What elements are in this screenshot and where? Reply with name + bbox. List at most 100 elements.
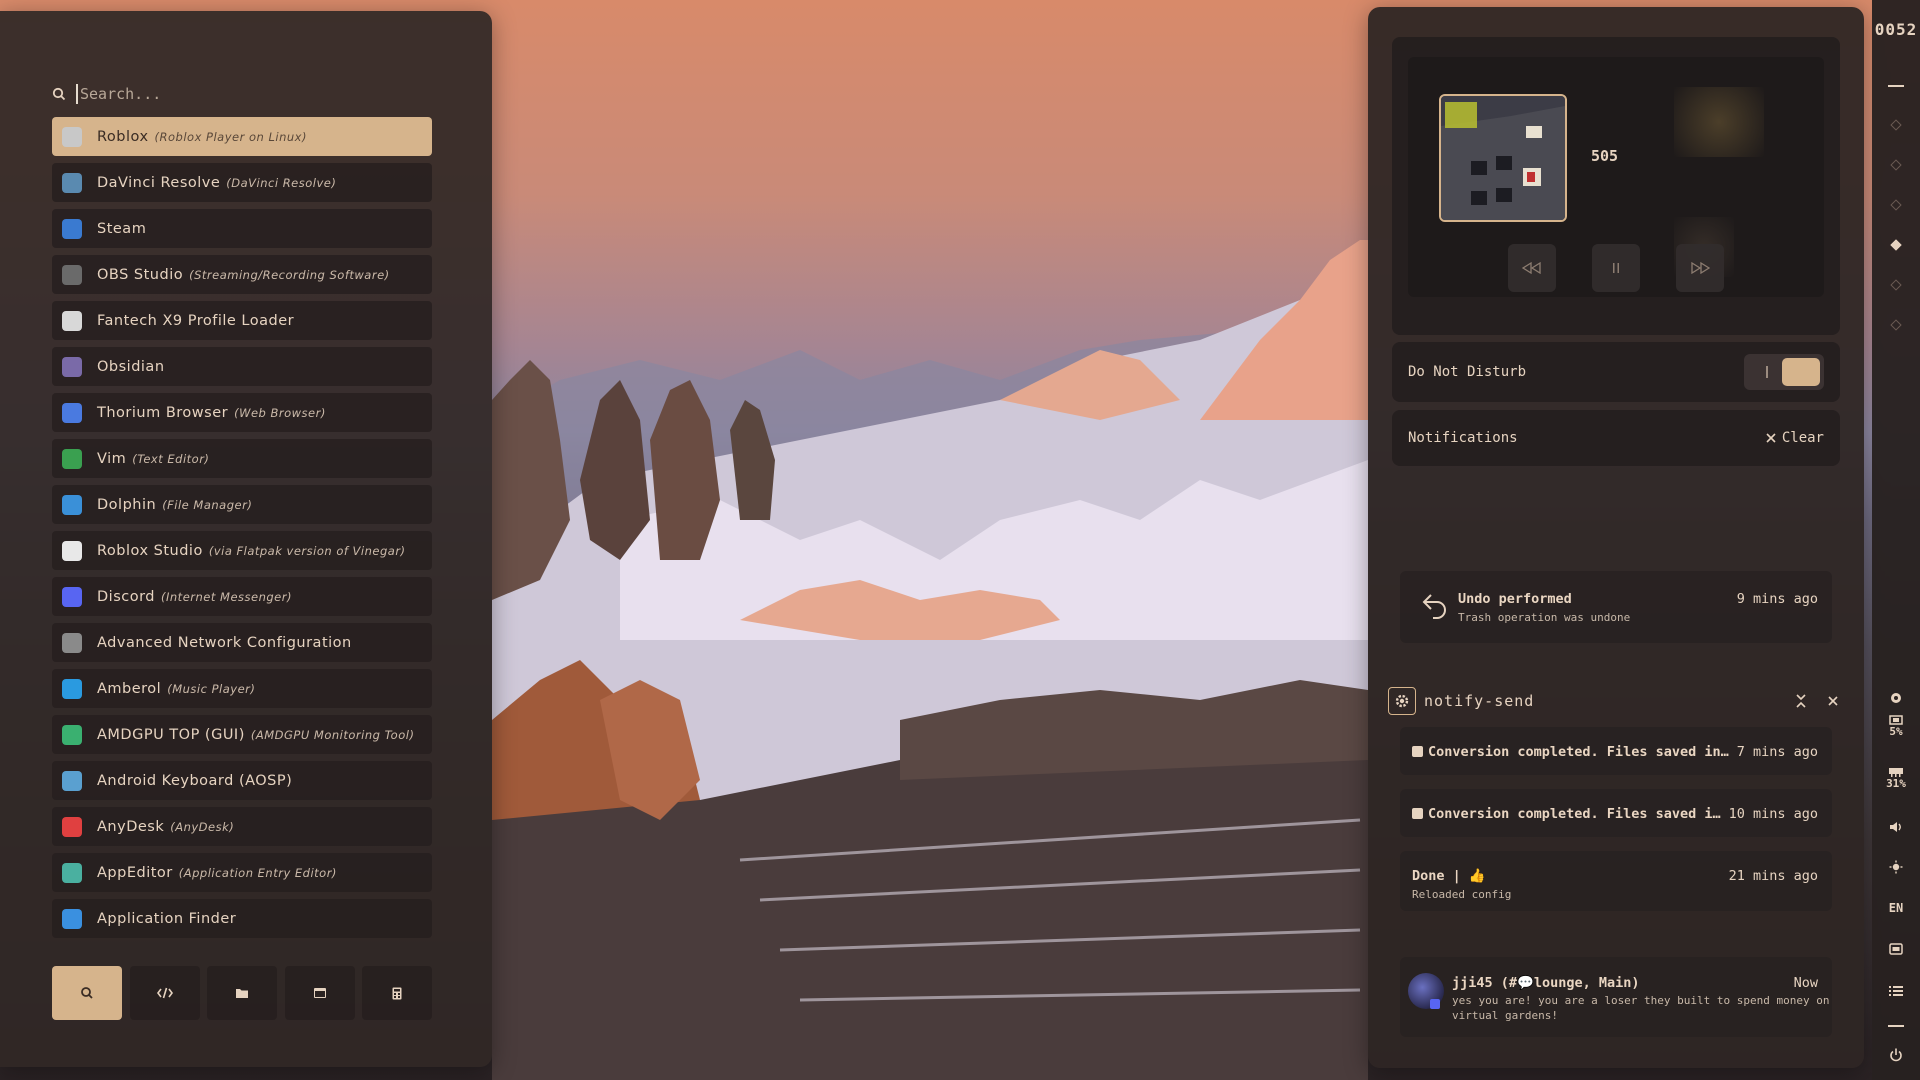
app-item[interactable]: Advanced Network Configuration <box>52 623 432 662</box>
window-tab[interactable] <box>284 966 355 1020</box>
pause-button[interactable] <box>1592 244 1640 292</box>
app-item[interactable]: Steam <box>52 209 432 248</box>
notification-time: Now <box>1793 975 1818 991</box>
media-player-inner: 505 <box>1408 57 1824 297</box>
album-art <box>1439 94 1567 222</box>
notification-indicator-icon[interactable] <box>1880 690 1912 706</box>
volume-icon[interactable] <box>1880 818 1912 836</box>
files-tab[interactable] <box>207 966 277 1020</box>
close-icon <box>1828 696 1838 706</box>
keyboard-icon <box>62 770 82 791</box>
track-title: 505 <box>1591 147 1619 165</box>
brightness-icon[interactable] <box>1880 858 1912 876</box>
notification-body: Reloaded config <box>1412 888 1512 901</box>
app-item[interactable]: DaVinci Resolve (DaVinci Resolve) <box>52 163 432 202</box>
vim-icon <box>62 448 82 469</box>
notification-body-line-1: yes you are! you are a loser they built … <box>1452 994 1830 1007</box>
notifications-header: Notifications Clear <box>1392 410 1840 466</box>
app-description: (Roblox Player on Linux) <box>154 129 307 144</box>
app-list: Roblox (Roblox Player on Linux) DaVinci Re… <box>52 117 432 945</box>
ram-label: 31% <box>1886 777 1906 790</box>
app-name: Roblox Studio <box>97 542 203 559</box>
notification-item[interactable]: Conversion completed. Files saved in… 7 … <box>1400 727 1832 775</box>
notification-item[interactable]: Conversion completed. Files saved i… 10 … <box>1400 789 1832 837</box>
notification-title: Undo performed <box>1458 591 1572 607</box>
app-description: (File Manager) <box>162 497 253 512</box>
app-description: (Internet Messenger) <box>161 589 292 604</box>
dismiss-group-button[interactable] <box>1822 690 1844 712</box>
notification-body-line-2: virtual gardens! <box>1452 1009 1558 1022</box>
undo-icon <box>1422 594 1446 619</box>
app-item[interactable]: AppEditor (Application Entry Editor) <box>52 853 432 892</box>
ram-indicator[interactable]: 31% <box>1880 762 1912 794</box>
app-item[interactable]: Discord (Internet Messenger) <box>52 577 432 616</box>
screenshot-icon[interactable] <box>1880 940 1912 958</box>
do-not-disturb-label: Do Not Disturb <box>1408 364 1527 380</box>
app-name: Application Finder <box>97 910 237 927</box>
app-name: AppEditor <box>97 864 173 881</box>
workspace-6[interactable] <box>1880 318 1912 332</box>
search-icon <box>50 85 68 103</box>
app-description: (AMDGPU Monitoring Tool) <box>250 727 415 742</box>
app-name: Roblox <box>97 128 149 145</box>
previous-button[interactable] <box>1508 244 1556 292</box>
app-item[interactable]: OBS Studio (Streaming/Recording Software) <box>52 255 432 294</box>
amdgpu-icon <box>62 724 82 745</box>
app-item[interactable]: Thorium Browser (Web Browser) <box>52 393 432 432</box>
clear-label: Clear <box>1781 430 1824 446</box>
discord-badge-icon <box>1430 999 1440 1009</box>
calculator-tab[interactable] <box>362 966 432 1020</box>
notification-title: Conversion completed. Files saved in… <box>1428 744 1729 760</box>
app-item[interactable]: Roblox Studio (via Flatpak version of Vin… <box>52 531 432 570</box>
code-tab[interactable] <box>129 966 200 1020</box>
app-item[interactable]: Amberol (Music Player) <box>52 669 432 708</box>
notification-undo[interactable]: Undo performed Trash operation was undon… <box>1400 571 1832 643</box>
next-button[interactable] <box>1676 244 1724 292</box>
notification-title: Conversion completed. Files saved i… <box>1428 806 1721 822</box>
app-item[interactable]: AMDGPU TOP (GUI) (AMDGPU Monitoring Tool) <box>52 715 432 754</box>
roblox-icon <box>62 126 82 147</box>
list-icon[interactable] <box>1880 982 1912 1000</box>
workspace-2[interactable] <box>1880 158 1912 172</box>
search-tab[interactable] <box>52 966 122 1020</box>
toggle-knob <box>1782 358 1820 386</box>
app-description: (Application Entry Editor) <box>178 865 337 880</box>
workspace-4[interactable] <box>1880 238 1912 252</box>
do-not-disturb-row: Do Not Disturb <box>1392 342 1840 402</box>
power-icon[interactable] <box>1880 1046 1912 1064</box>
app-item[interactable]: Application Finder <box>52 899 432 938</box>
app-name: Android Keyboard (AOSP) <box>97 772 293 789</box>
notification-body: Trash operation was undone <box>1458 611 1631 624</box>
app-name: Steam <box>97 220 147 237</box>
notification-item[interactable]: Done | 👍 Reloaded config 21 mins ago <box>1400 851 1832 911</box>
workspace-1[interactable] <box>1880 118 1912 132</box>
app-item[interactable]: Fantech X9 Profile Loader <box>52 301 432 340</box>
app-item[interactable]: Android Keyboard (AOSP) <box>52 761 432 800</box>
appeditor-icon <box>62 862 82 883</box>
search-input[interactable] <box>76 84 430 104</box>
workspace-3[interactable] <box>1880 198 1912 212</box>
app-name: AnyDesk <box>97 818 165 835</box>
clock-hour: 00 <box>1874 20 1896 39</box>
workspace-5[interactable] <box>1880 278 1912 292</box>
app-item[interactable]: Obsidian <box>52 347 432 386</box>
calculator-icon <box>392 987 402 999</box>
app-item[interactable]: Vim (Text Editor) <box>52 439 432 478</box>
pause-icon <box>1613 263 1619 273</box>
clear-button[interactable]: Clear <box>1766 430 1824 446</box>
app-item[interactable]: Dolphin (File Manager) <box>52 485 432 524</box>
app-launcher: Roblox (Roblox Player on Linux) DaVinci Re… <box>0 11 492 1067</box>
app-item[interactable]: AnyDesk (AnyDesk) <box>52 807 432 846</box>
notification-title: Done | 👍 <box>1412 868 1486 884</box>
dolphin-icon <box>62 494 82 515</box>
do-not-disturb-toggle[interactable] <box>1744 354 1824 390</box>
app-description: (AnyDesk) <box>170 819 235 834</box>
app-item[interactable]: Roblox (Roblox Player on Linux) <box>52 117 432 156</box>
app-name: Discord <box>97 588 156 605</box>
app-name: Vim <box>97 450 127 467</box>
keyboard-layout[interactable]: EN <box>1880 900 1912 916</box>
collapse-button[interactable] <box>1790 690 1812 712</box>
window-icon <box>313 988 326 998</box>
cpu-indicator[interactable]: 5% <box>1880 710 1912 742</box>
notification-chat[interactable]: jji45 (#💬lounge, Main) yes you are! you … <box>1400 957 1832 1037</box>
